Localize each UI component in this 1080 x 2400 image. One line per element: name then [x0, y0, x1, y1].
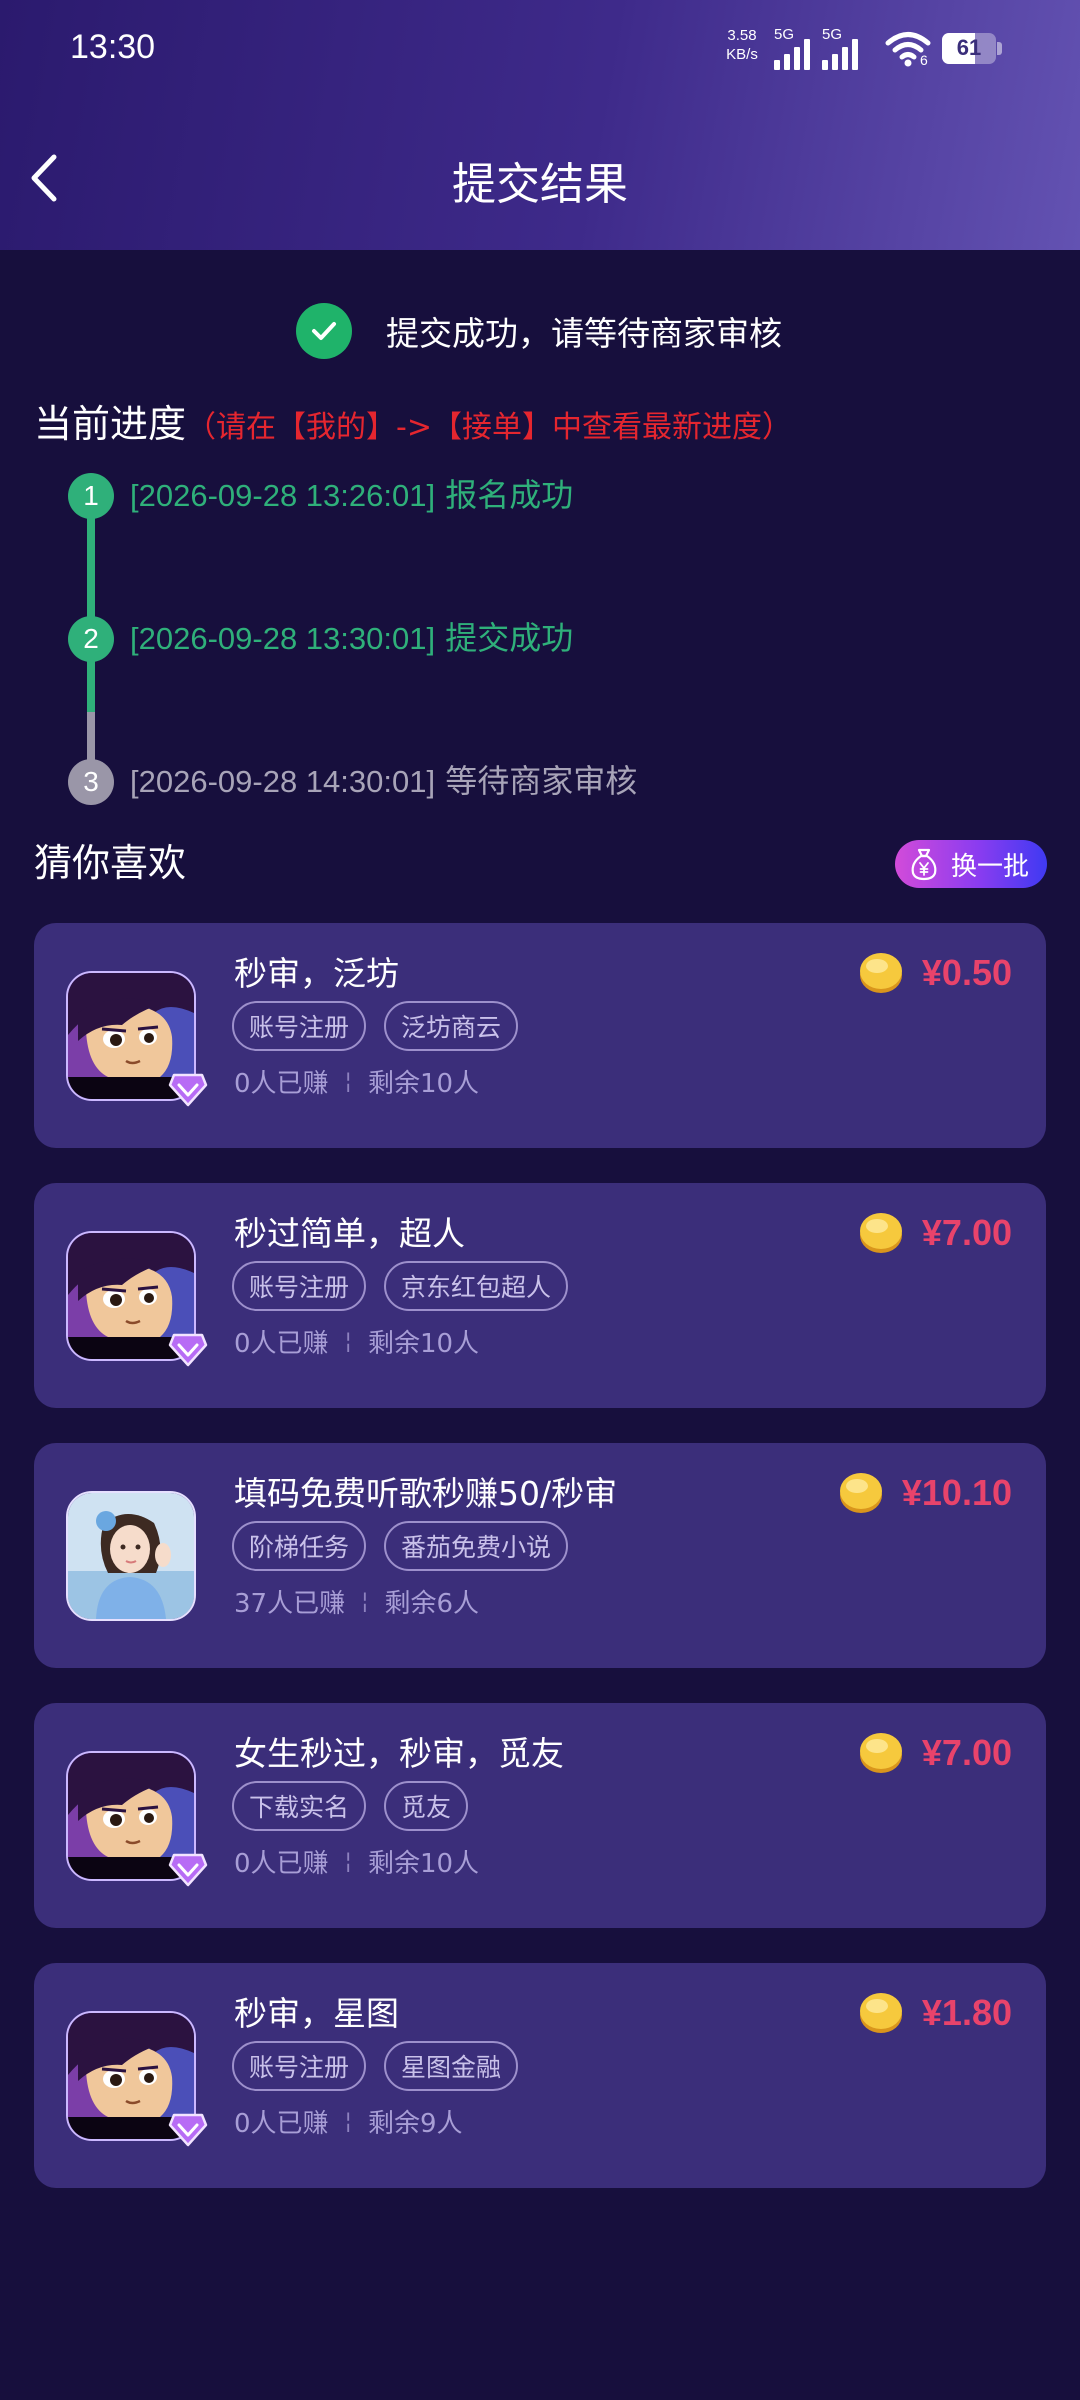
task-stats: 0人已赚 ¦ 剩余10人	[234, 1063, 479, 1100]
task-earned-count: 0人已赚	[234, 1849, 329, 1879]
task-title: 秒审，泛坊	[234, 954, 399, 993]
task-earned-count: 0人已赚	[234, 1069, 329, 1099]
network-speed-value: 3.58	[727, 27, 757, 44]
step-label: 报名成功	[445, 476, 574, 514]
step-label: 提交成功	[445, 619, 574, 657]
stats-divider: ¦	[361, 1589, 369, 1614]
task-remaining-count: 剩余10人	[367, 1069, 480, 1099]
task-remaining-count: 剩余10人	[367, 1329, 480, 1359]
step-label: 等待商家审核	[445, 762, 638, 800]
task-tag: 下载实名	[232, 1781, 367, 1831]
coin-icon	[858, 1210, 904, 1256]
success-banner: 提交成功，请等待商家审核	[296, 303, 782, 359]
task-price: ¥7.00	[921, 1212, 1012, 1253]
success-message: 提交成功，请等待商家审核	[386, 314, 782, 353]
task-stats: 0人已赚 ¦ 剩余10人	[234, 1323, 479, 1360]
page-title: 提交结果	[452, 159, 628, 210]
task-tag: 阶梯任务	[232, 1521, 367, 1571]
task-tag: 泛坊商云	[384, 1001, 519, 1051]
task-reward: ¥0.50	[858, 950, 1012, 996]
money-bag-icon	[911, 848, 937, 881]
task-reward: ¥10.10	[838, 1470, 1012, 1516]
progress-header: 当前进度（请在【我的】->【接单】中查看最新进度）	[34, 393, 792, 448]
task-tag: 账号注册	[232, 1261, 367, 1311]
task-reward: ¥1.80	[858, 1990, 1012, 2036]
step-timestamp: [2026-09-28 13:30:01]	[130, 621, 436, 656]
progress-step: [2026-09-28 14:30:01] 等待商家审核	[130, 756, 637, 802]
task-stats: 0人已赚 ¦ 剩余9人	[234, 2103, 463, 2140]
coin-icon	[858, 950, 904, 996]
progress-title: 当前进度	[34, 402, 187, 446]
check-circle-icon	[296, 303, 352, 359]
network-speed: 3.58 KB/s	[720, 26, 764, 64]
task-title: 女生秒过，秒审，觅友	[234, 1734, 564, 1773]
refresh-button[interactable]: 换一批	[895, 840, 1047, 888]
diamond-icon	[168, 1071, 208, 1109]
recommend-title: 猜你喜欢	[34, 841, 187, 885]
step-timestamp: [2026-09-28 14:30:01]	[130, 764, 436, 799]
task-earned-count: 0人已赚	[234, 2109, 329, 2139]
progress-step: [2026-09-28 13:30:01] 提交成功	[130, 613, 573, 659]
task-tag: 番茄免费小说	[384, 1521, 569, 1571]
task-remaining-count: 剩余10人	[367, 1849, 480, 1879]
task-tags: 阶梯任务 番茄免费小说	[232, 1521, 586, 1571]
status-bar: 13:30 3.58 KB/s 5G 5G 6 61	[0, 0, 1080, 100]
coin-icon	[838, 1470, 884, 1516]
task-tags: 账号注册 星图金融	[232, 2041, 536, 2091]
refresh-label: 换一批	[951, 851, 1030, 882]
task-remaining-count: 剩余9人	[367, 2109, 463, 2139]
wifi-icon: 6	[884, 30, 936, 74]
progress-step: [2026-09-28 13:26:01] 报名成功	[130, 470, 573, 516]
coin-icon	[858, 1990, 904, 2036]
task-title: 秒过简单，超人	[234, 1214, 465, 1253]
task-card[interactable]: 秒审，星图 账号注册 星图金融 0人已赚 ¦ 剩余9人 ¥1.80	[34, 1963, 1046, 2188]
task-reward: ¥7.00	[858, 1730, 1012, 1776]
task-tag: 星图金融	[384, 2041, 519, 2091]
step-timestamp: [2026-09-28 13:26:01]	[130, 478, 436, 513]
diamond-icon	[168, 1331, 208, 1369]
task-tag: 账号注册	[232, 1001, 367, 1051]
stats-divider: ¦	[344, 1069, 352, 1094]
task-stats: 0人已赚 ¦ 剩余10人	[234, 1843, 479, 1880]
task-reward: ¥7.00	[858, 1210, 1012, 1256]
task-stats: 37人已赚 ¦ 剩余6人	[234, 1583, 479, 1620]
task-avatar	[66, 1491, 196, 1621]
task-card[interactable]: 秒过简单，超人 账号注册 京东红包超人 0人已赚 ¦ 剩余10人 ¥7.00	[34, 1183, 1046, 1408]
task-earned-count: 0人已赚	[234, 1329, 329, 1359]
task-tag: 觅友	[384, 1781, 469, 1831]
task-earned-count: 37人已赚	[234, 1589, 346, 1619]
stats-divider: ¦	[344, 2109, 352, 2134]
step-marker: 2	[68, 616, 114, 662]
task-remaining-count: 剩余6人	[384, 1589, 480, 1619]
task-card[interactable]: 秒审，泛坊 账号注册 泛坊商云 0人已赚 ¦ 剩余10人 ¥0.50	[34, 923, 1046, 1148]
step-marker: 1	[68, 473, 114, 519]
task-price: ¥10.10	[901, 1472, 1012, 1513]
task-card[interactable]: 填码免费听歌秒赚50/秒审 阶梯任务 番茄免费小说 37人已赚 ¦ 剩余6人 ¥1…	[34, 1443, 1046, 1668]
stats-divider: ¦	[344, 1849, 352, 1874]
task-title: 填码免费听歌秒赚50/秒审	[234, 1474, 618, 1513]
diamond-icon	[168, 2111, 208, 2149]
battery-level: 61	[956, 35, 982, 60]
app-header: 13:30 3.58 KB/s 5G 5G 6 61 提交结果	[0, 0, 1080, 250]
task-card[interactable]: 女生秒过，秒审，觅友 下载实名 觅友 0人已赚 ¦ 剩余10人 ¥7.00	[34, 1703, 1046, 1928]
status-time: 13:30	[70, 28, 156, 66]
task-tag: 京东红包超人	[384, 1261, 569, 1311]
task-tags: 账号注册 京东红包超人	[232, 1261, 586, 1311]
task-price: ¥1.80	[921, 1992, 1012, 2033]
progress-hint: （请在【我的】->【接单】中查看最新进度）	[186, 410, 792, 445]
task-tags: 账号注册 泛坊商云	[232, 1001, 536, 1051]
battery-icon: 61	[942, 33, 996, 64]
task-tags: 下载实名 觅友	[232, 1781, 486, 1831]
network-speed-unit: KB/s	[726, 46, 758, 63]
stats-divider: ¦	[344, 1329, 352, 1354]
task-price: ¥7.00	[921, 1732, 1012, 1773]
task-price: ¥0.50	[921, 952, 1012, 993]
task-title: 秒审，星图	[234, 1994, 399, 2033]
coin-icon	[858, 1730, 904, 1776]
task-tag: 账号注册	[232, 2041, 367, 2091]
wifi-label: 6	[920, 52, 928, 68]
step-marker: 3	[68, 759, 114, 805]
diamond-icon	[168, 1851, 208, 1889]
battery-tip	[997, 42, 1002, 55]
